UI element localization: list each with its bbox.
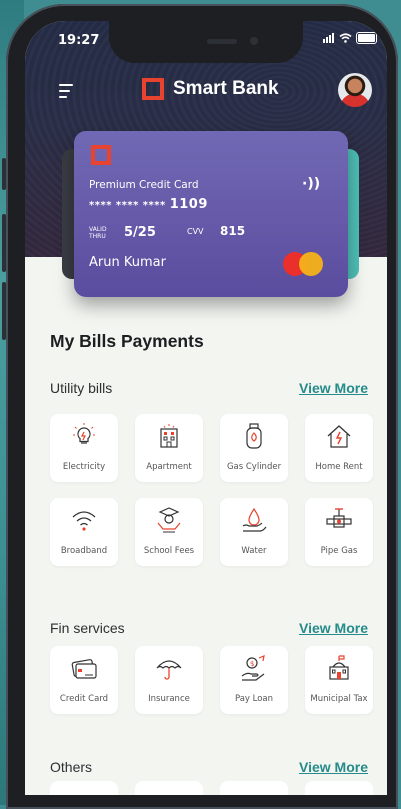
card-number-last4: 1109 (169, 197, 208, 212)
brand-name: Smart Bank (173, 78, 279, 99)
cvv-value: 815 (220, 224, 246, 238)
wifi-status-icon (339, 33, 352, 43)
group-title-fin: Fin services (50, 620, 125, 636)
card-logo-icon (91, 145, 111, 165)
volume-up-button (2, 214, 6, 272)
fin-tile-municipal-tax[interactable]: Municipal Tax (305, 646, 373, 714)
fin-label: Insurance (148, 694, 190, 704)
view-more-utility-link[interactable]: View More (299, 380, 368, 396)
bill-tile-water[interactable]: Water (220, 498, 288, 566)
status-time: 19:27 (58, 33, 100, 48)
credit-card-icon (71, 659, 97, 679)
camera (250, 37, 258, 45)
valid-thru-value: 5/25 (124, 225, 156, 240)
avatar[interactable] (338, 73, 372, 107)
mute-switch (2, 158, 6, 190)
bill-tile-pipe-gas[interactable]: Pipe Gas (305, 498, 373, 566)
fin-label: Credit Card (59, 694, 109, 704)
umbrella-icon (156, 660, 182, 680)
wifi-icon (72, 511, 96, 531)
bill-label: Pipe Gas (320, 546, 358, 556)
bill-label: School Fees (143, 546, 195, 556)
view-more-others-link[interactable]: View More (299, 759, 368, 775)
apartment-icon (160, 424, 178, 448)
fin-tile-credit-card[interactable]: Credit Card (50, 646, 118, 714)
menu-icon[interactable] (59, 84, 79, 98)
brand: Smart Bank (142, 78, 279, 100)
fin-label: Municipal Tax (310, 694, 368, 704)
battery-icon (356, 32, 377, 44)
svg-text:$: $ (250, 660, 254, 668)
group-title-utility: Utility bills (50, 380, 113, 396)
card-number: **** **** **** 1109 (89, 197, 208, 212)
group-title-others: Others (50, 759, 93, 775)
pipe-icon (326, 508, 352, 528)
speaker (207, 39, 237, 44)
section-title: My Bills Payments (50, 331, 204, 351)
others-tile[interactable] (50, 781, 118, 795)
others-tile[interactable] (135, 781, 203, 795)
loan-icon: $ (241, 655, 265, 681)
bulb-icon (73, 423, 95, 444)
gas-cylinder-icon (246, 423, 262, 449)
municipal-icon (329, 655, 349, 680)
bill-label: Water (241, 546, 267, 556)
fin-label: Pay Loan (234, 694, 274, 704)
home-icon (327, 425, 351, 448)
app-screen: 19:27 Smart Bank Premium Credit Card ***… (25, 21, 387, 795)
bill-tile-electricity[interactable]: Electricity (50, 414, 118, 482)
mastercard-logo-icon (283, 252, 325, 276)
bill-label: Gas Cylinder (226, 462, 282, 472)
bill-tile-school-fees[interactable]: School Fees (135, 498, 203, 566)
bill-label: Apartment (146, 462, 192, 472)
bill-tile-broadband[interactable]: Broadband (50, 498, 118, 566)
valid-thru-label: VALID THRU (89, 226, 107, 240)
volume-down-button (2, 282, 6, 340)
card-holder-name: Arun Kumar (89, 255, 166, 270)
water-drop-icon (242, 507, 267, 532)
credit-card[interactable]: Premium Credit Card **** **** **** 1109 … (74, 131, 348, 297)
bill-tile-home-rent[interactable]: Home Rent (305, 414, 373, 482)
bill-label: Broadband (60, 546, 108, 556)
phone-frame: 19:27 Smart Bank Premium Credit Card ***… (2, 4, 398, 809)
others-tile[interactable] (220, 781, 288, 795)
bill-tile-gas-cylinder[interactable]: Gas Cylinder (220, 414, 288, 482)
contactless-icon: ·)) (302, 176, 321, 192)
fin-tile-pay-loan[interactable]: $ Pay Loan (220, 646, 288, 714)
cvv-label: CVV (187, 227, 204, 236)
bill-label: Home Rent (315, 462, 363, 472)
notch (109, 21, 303, 63)
bill-label: Electricity (62, 462, 106, 472)
signal-icon (323, 33, 334, 43)
bill-tile-apartment[interactable]: Apartment (135, 414, 203, 482)
others-tile[interactable] (305, 781, 373, 795)
graduate-icon (157, 507, 181, 533)
brand-logo-icon (142, 78, 164, 100)
fin-tile-insurance[interactable]: Insurance (135, 646, 203, 714)
card-number-masked: **** **** **** (89, 200, 166, 211)
view-more-fin-link[interactable]: View More (299, 620, 368, 636)
card-type: Premium Credit Card (89, 179, 199, 191)
status-icons (323, 32, 377, 44)
